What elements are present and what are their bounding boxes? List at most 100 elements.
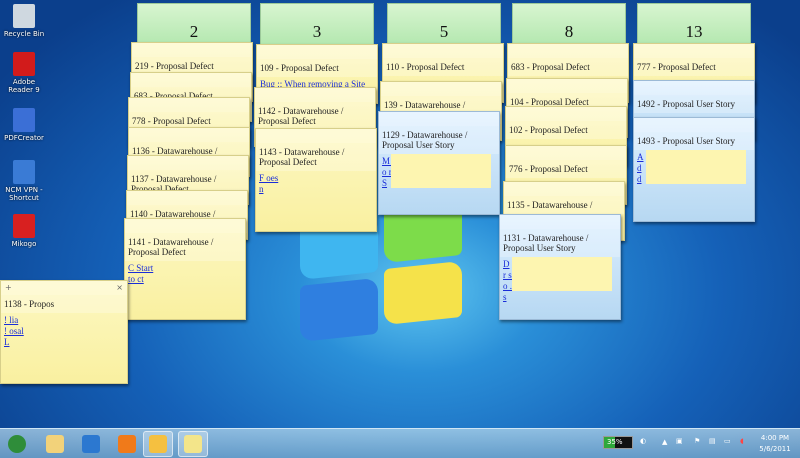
note-title-bar[interactable] <box>255 88 375 102</box>
note-link[interactable]: F oes <box>259 173 373 184</box>
battery-indicator[interactable]: 35% <box>603 436 633 449</box>
note-title: 1141 - Datawarehouse / Proposal Defect <box>125 233 245 261</box>
column-header: 5 <box>387 3 501 45</box>
sticky-note[interactable]: + × 1138 - Propos ! lia! osal L <box>0 280 128 384</box>
taskbar-app-internet-explorer[interactable] <box>76 431 106 457</box>
sticky-note[interactable]: 1143 - Datawarehouse / Proposal Defect F… <box>255 128 377 232</box>
note-title: 102 - Proposal Defect <box>506 121 626 139</box>
windows-orb-icon <box>8 435 26 453</box>
note-title-bar[interactable] <box>507 79 627 93</box>
desktop-icon[interactable]: NCM VPN - Shortcut <box>0 160 48 202</box>
add-note-button[interactable]: + <box>5 283 12 293</box>
note-link[interactable]: s <box>503 292 617 303</box>
note-title: 776 - Proposal Defect <box>506 160 626 178</box>
note-title-bar[interactable] <box>379 112 499 126</box>
note-links: M Lo mS <box>379 154 499 191</box>
start-button[interactable] <box>2 431 32 457</box>
clock-date: 5/6/2011 <box>759 445 791 453</box>
clock[interactable]: 4:00 PM 5/6/2011 <box>756 433 794 455</box>
show-hidden-icons-button[interactable]: ▲ <box>662 438 667 446</box>
taskbar-app-outlook[interactable] <box>143 431 173 457</box>
note-title: 777 - Proposal Defect <box>634 58 754 76</box>
note-title-bar[interactable] <box>381 82 501 96</box>
note-title-bar[interactable] <box>125 219 245 233</box>
media-player-icon <box>118 435 136 453</box>
desktop-icon-label: PDFCreator <box>4 134 44 142</box>
column-header: 8 <box>512 3 626 45</box>
taskbar-app-media-player[interactable] <box>112 431 142 457</box>
note-link[interactable]: L <box>4 337 124 348</box>
adobe-reader-icon <box>13 52 35 76</box>
note-links: ! lia! osal L <box>1 313 127 350</box>
desktop-icon-label: Mikogo <box>11 240 37 248</box>
note-title-bar[interactable] <box>383 44 503 58</box>
note-title-bar[interactable] <box>506 146 626 160</box>
column-header: 2 <box>137 3 251 45</box>
note-title-bar[interactable] <box>256 129 376 143</box>
desktop-icon[interactable]: PDFCreator <box>0 108 48 142</box>
taskbar: 35% ◐ ▲ ▣ ⚑ ▤ ▭ ◖ 4:00 PM 5/6/2011 <box>0 428 800 458</box>
note-title-bar[interactable] <box>129 128 249 142</box>
note-title: 683 - Proposal Defect <box>508 58 628 76</box>
note-title-bar[interactable] <box>634 44 754 58</box>
sticky-note[interactable]: 1493 - Proposal User Story Add <box>633 117 755 222</box>
network-tray-icon[interactable]: ▣ <box>676 437 683 445</box>
column-header: 13 <box>637 3 751 45</box>
taskbar-app-sticky-notes[interactable] <box>178 431 208 457</box>
note-link[interactable]: ! lia <box>4 315 124 326</box>
note-title: 1131 - Datawarehouse / Proposal User Sto… <box>500 229 620 257</box>
redaction <box>512 257 612 291</box>
volume-muted-icon[interactable]: ◖ <box>740 437 744 445</box>
note-title-bar[interactable] <box>634 81 754 95</box>
pdfcreator-icon <box>13 108 35 132</box>
note-title-bar[interactable] <box>634 118 754 132</box>
action-center-flag-icon[interactable]: ⚑ <box>694 437 700 445</box>
note-title: 1129 - Datawarehouse / Proposal User Sto… <box>379 126 499 154</box>
note-title: 1143 - Datawarehouse / Proposal Defect <box>256 143 376 171</box>
note-title-bar[interactable] <box>128 156 248 170</box>
internet-explorer-icon <box>82 435 100 453</box>
note-title: 1493 - Proposal User Story <box>634 132 754 150</box>
note-links: C Start to ct <box>125 261 245 287</box>
note-title-bar[interactable] <box>131 73 251 87</box>
sticky-note[interactable]: 1141 - Datawarehouse / Proposal Defect C… <box>124 218 246 320</box>
recycle-bin-icon <box>13 4 35 28</box>
sticky-note[interactable]: 1131 - Datawarehouse / Proposal User Sto… <box>499 214 621 320</box>
vpn-icon <box>13 160 35 184</box>
power-plug-icon[interactable]: ◐ <box>640 437 646 445</box>
redaction <box>646 150 746 184</box>
note-link[interactable]: ! osal <box>4 326 124 337</box>
note-title-bar[interactable] <box>127 191 247 205</box>
close-note-button[interactable]: × <box>116 283 123 293</box>
note-title-bar[interactable]: + × <box>1 281 127 295</box>
clock-time: 4:00 PM <box>760 434 790 442</box>
note-title: 109 - Proposal Defect <box>257 59 377 77</box>
note-links: Add <box>634 150 754 187</box>
note-title-bar[interactable] <box>504 182 624 196</box>
note-link[interactable]: to ct <box>128 274 242 285</box>
folder-icon <box>46 435 64 453</box>
note-link[interactable]: n <box>259 184 373 195</box>
device-tray-icon[interactable]: ▤ <box>709 437 716 445</box>
note-title: 1492 - Proposal User Story <box>634 95 754 113</box>
note-title: 1138 - Propos <box>1 295 127 313</box>
desktop-icon-label: Adobe Reader 9 <box>8 78 40 94</box>
note-title-bar[interactable] <box>132 43 252 57</box>
note-title-bar[interactable] <box>506 107 626 121</box>
note-title-bar[interactable] <box>129 98 249 112</box>
desktop-icon[interactable]: Recycle Bin <box>0 4 48 38</box>
note-link[interactable]: C Start <box>128 263 242 274</box>
note-links: Dr se o .s <box>500 257 620 305</box>
display-tray-icon[interactable]: ▭ <box>724 437 731 445</box>
note-title-bar[interactable] <box>508 44 628 58</box>
sticky-note[interactable]: 1129 - Datawarehouse / Proposal User Sto… <box>378 111 500 215</box>
sticky-notes-icon <box>184 435 202 453</box>
note-title-bar[interactable] <box>500 215 620 229</box>
note-title-bar[interactable] <box>257 45 377 59</box>
desktop-icon-label: Recycle Bin <box>3 30 45 38</box>
note-title: 1135 - Datawarehouse / <box>504 196 624 214</box>
mikogo-icon <box>13 214 35 238</box>
desktop-icon[interactable]: Adobe Reader 9 <box>0 52 48 94</box>
desktop-icon[interactable]: Mikogo <box>0 214 48 248</box>
taskbar-app-explorer[interactable] <box>40 431 70 457</box>
